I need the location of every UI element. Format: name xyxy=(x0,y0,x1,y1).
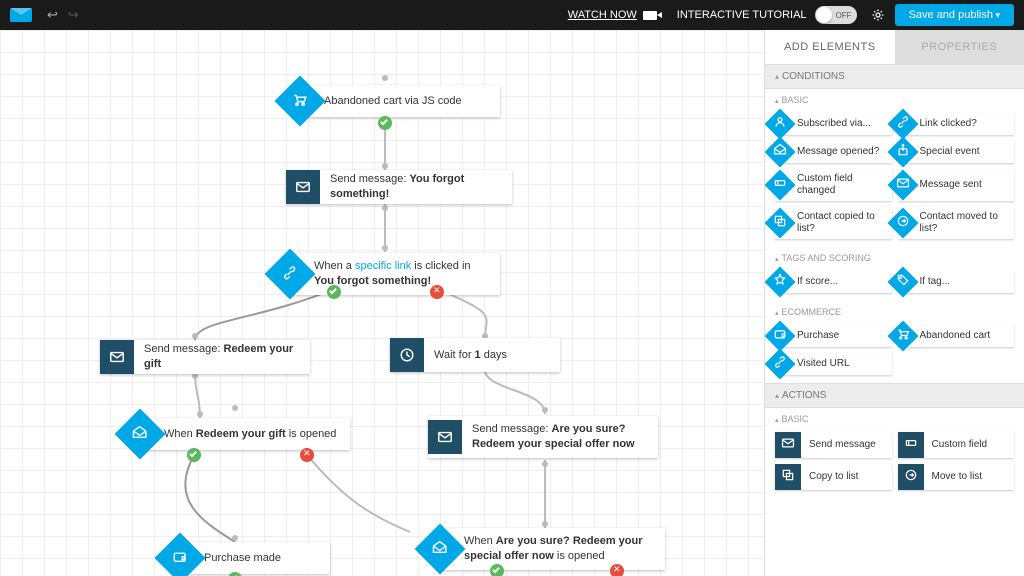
card-label: Link clicked? xyxy=(918,114,981,134)
element-card[interactable]: Custom field xyxy=(898,432,1015,458)
card-label: Visited URL xyxy=(795,354,854,374)
watch-now-link[interactable]: WATCH NOW xyxy=(568,9,637,21)
element-card[interactable]: Message sent xyxy=(898,169,1015,201)
card-icon xyxy=(898,464,924,490)
cart-icon xyxy=(275,76,326,127)
element-card[interactable]: Abandoned cart xyxy=(898,325,1015,347)
node-send-sure[interactable]: Send message: Are you sure? Redeem your … xyxy=(428,416,658,458)
mail-icon xyxy=(100,340,134,374)
element-card[interactable]: Move to list xyxy=(898,464,1015,490)
card-label: Custom field changed xyxy=(795,169,892,201)
element-card[interactable]: Link clicked? xyxy=(898,113,1015,135)
link-icon xyxy=(265,248,316,299)
card-label: Contact copied to list? xyxy=(795,207,892,239)
yes-port[interactable] xyxy=(187,448,201,462)
element-card[interactable]: Custom field changed xyxy=(775,169,892,201)
save-publish-button[interactable]: Save and publish xyxy=(895,4,1014,26)
card-label: Copy to list xyxy=(807,467,862,487)
card-icon xyxy=(764,136,795,167)
video-icon xyxy=(643,11,657,20)
sub-basic2[interactable]: BASIC xyxy=(765,408,1024,428)
card-icon xyxy=(887,108,918,139)
card-label: Special event xyxy=(918,142,984,162)
tab-add-elements[interactable]: ADD ELEMENTS xyxy=(765,30,895,64)
app-logo[interactable] xyxy=(10,8,32,22)
element-card[interactable]: Visited URL xyxy=(775,353,892,375)
no-port[interactable] xyxy=(300,448,314,462)
node-send-forgot[interactable]: Send message: You forgot something! xyxy=(286,170,512,204)
card-icon xyxy=(764,320,795,351)
card-icon xyxy=(887,136,918,167)
card-label: Send message xyxy=(807,435,880,455)
element-card[interactable]: Special event xyxy=(898,141,1015,163)
node-send-redeem[interactable]: Send message: Redeem your gift xyxy=(100,340,310,374)
undo-button[interactable]: ↩ xyxy=(47,7,58,23)
workflow-canvas[interactable]: Abandoned cart via JS code Send message:… xyxy=(0,30,764,576)
node-redeem-opened[interactable]: When Redeem your gift is opened xyxy=(140,418,350,450)
card-label: Message sent xyxy=(918,175,986,195)
card-label: Purchase xyxy=(795,326,843,346)
no-port[interactable] xyxy=(430,285,444,299)
card-label: Contact moved to list? xyxy=(918,207,1015,239)
yes-port[interactable] xyxy=(327,285,341,299)
card-icon xyxy=(898,432,924,458)
card-icon xyxy=(887,266,918,297)
mail-icon xyxy=(286,170,320,204)
card-icon xyxy=(764,348,795,379)
redo-button: ↪ xyxy=(68,7,79,23)
card-icon xyxy=(764,108,795,139)
no-port[interactable] xyxy=(610,564,624,576)
element-card[interactable]: Purchase xyxy=(775,325,892,347)
wallet-icon xyxy=(155,533,206,576)
yes-port[interactable] xyxy=(378,116,392,130)
tutorial-toggle[interactable]: OFF xyxy=(815,6,857,24)
card-icon xyxy=(887,207,918,238)
tab-properties[interactable]: PROPERTIES xyxy=(895,30,1024,64)
mail-open-icon xyxy=(415,523,466,574)
card-icon xyxy=(775,432,801,458)
element-card[interactable]: Send message xyxy=(775,432,892,458)
card-label: If tag... xyxy=(918,272,955,292)
card-icon xyxy=(887,320,918,351)
element-card[interactable]: Subscribed via... xyxy=(775,113,892,135)
card-icon xyxy=(764,169,795,200)
card-label: Custom field xyxy=(930,435,992,455)
card-label: Message opened? xyxy=(795,142,883,162)
card-label: Move to list xyxy=(930,467,987,487)
card-label: If score... xyxy=(795,272,842,292)
element-card[interactable]: If tag... xyxy=(898,271,1015,293)
sub-tags[interactable]: TAGS AND SCORING xyxy=(765,247,1024,267)
card-icon xyxy=(764,266,795,297)
node-purchase[interactable]: Purchase made xyxy=(180,542,330,574)
elements-sidebar: ADD ELEMENTS PROPERTIES CONDITIONS BASIC… xyxy=(764,30,1024,576)
node-link-clicked[interactable]: When a specific link is clicked in You f… xyxy=(290,253,500,295)
element-card[interactable]: Message opened? xyxy=(775,141,892,163)
card-label: Subscribed via... xyxy=(795,114,875,134)
section-conditions[interactable]: CONDITIONS xyxy=(765,64,1024,89)
element-card[interactable]: If score... xyxy=(775,271,892,293)
section-actions[interactable]: ACTIONS xyxy=(765,383,1024,408)
node-wait[interactable]: Wait for 1 days xyxy=(390,338,560,372)
mail-open-icon xyxy=(115,409,166,460)
element-card[interactable]: Contact moved to list? xyxy=(898,207,1015,239)
clock-icon xyxy=(390,338,424,372)
mail-icon xyxy=(428,420,462,454)
yes-port[interactable] xyxy=(490,564,504,576)
element-card[interactable]: Copy to list xyxy=(775,464,892,490)
node-sure-opened[interactable]: When Are you sure? Redeem your special o… xyxy=(440,528,665,570)
card-icon xyxy=(764,207,795,238)
sub-basic[interactable]: BASIC xyxy=(765,89,1024,109)
settings-button[interactable] xyxy=(871,8,885,22)
card-icon xyxy=(775,464,801,490)
tutorial-label: INTERACTIVE TUTORIAL xyxy=(677,9,807,21)
element-card[interactable]: Contact copied to list? xyxy=(775,207,892,239)
sub-ecom[interactable]: ECOMMERCE xyxy=(765,301,1024,321)
card-label: Abandoned cart xyxy=(918,326,995,346)
card-icon xyxy=(887,169,918,200)
node-abandoned-cart[interactable]: Abandoned cart via JS code xyxy=(300,85,500,117)
